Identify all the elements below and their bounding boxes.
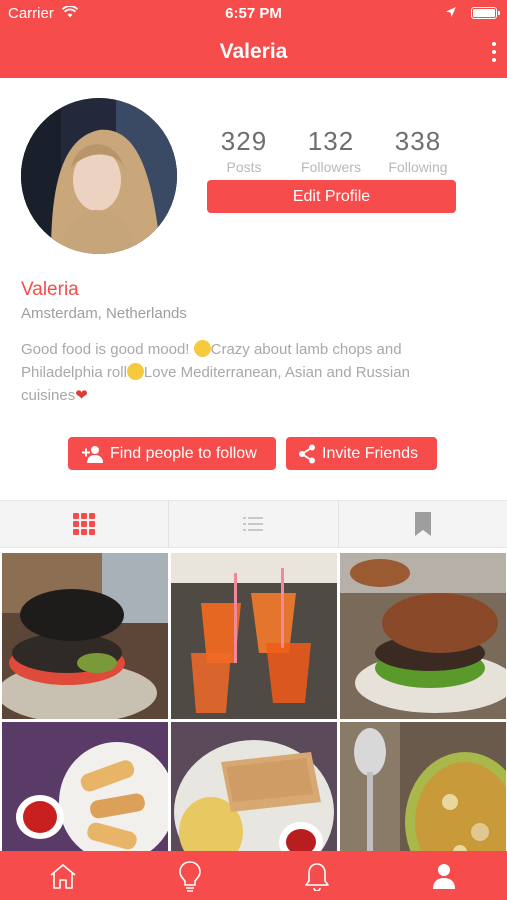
stat-posts[interactable]: 329 Posts [199,126,289,175]
profile-name: Valeria [21,279,79,300]
status-time: 6:57 PM [225,5,282,22]
photo-burger-dark[interactable] [2,553,168,719]
avatar[interactable] [21,98,177,254]
invite-friends-button[interactable]: Invite Friends [286,437,437,470]
add-person-icon [82,445,103,463]
page-title: Valeria [219,40,288,63]
find-people-label: Find people to follow [110,444,257,462]
share-icon [299,444,315,463]
invite-friends-label: Invite Friends [322,444,419,462]
home-icon [50,863,76,889]
profile-location: Amsterdam, Netherlands [21,305,187,322]
tab-grid[interactable] [0,501,170,547]
photo-burger-salad[interactable] [340,553,506,719]
list-icon [243,517,264,531]
tabbar-ideas[interactable] [127,851,254,900]
tabbar-profile[interactable] [380,851,507,900]
profile-bio: Good food is good mood! Crazy about lamb… [21,338,461,407]
heart-emoji-icon: ❤ [75,387,88,404]
bottom-tab-bar [0,851,507,900]
stat-label: Following [388,159,448,175]
stat-label: Posts [226,159,262,175]
stat-value: 329 [220,126,268,156]
lightbulb-icon [179,860,201,892]
battery-icon [471,7,500,19]
bio-text: Good food is good mood! [21,341,194,358]
stat-value: 132 [307,126,355,156]
stat-value: 338 [394,126,442,156]
photo-drinks[interactable] [171,553,337,719]
wink-emoji-icon [193,340,211,357]
status-bar: Carrier 6:57 PM [0,0,507,28]
stat-label: Followers [301,159,361,175]
bookmark-icon [414,512,431,536]
more-options-icon[interactable] [491,42,497,64]
bell-icon [305,862,329,891]
yum-emoji-icon [126,363,144,380]
edit-profile-button[interactable]: Edit Profile [207,180,456,213]
user-icon [432,863,455,889]
find-people-button[interactable]: Find people to follow [68,437,276,470]
tab-saved[interactable] [339,501,507,547]
tabbar-notifications[interactable] [254,851,381,900]
tab-list[interactable] [169,501,339,547]
tabbar-home[interactable] [0,851,127,900]
stat-following[interactable]: 338 Following [373,126,463,175]
navigation-bar: Valeria [0,28,507,78]
grid-icon [73,513,96,535]
stat-followers[interactable]: 132 Followers [286,126,376,175]
location-arrow-icon [445,5,457,22]
view-tabs [0,500,507,548]
